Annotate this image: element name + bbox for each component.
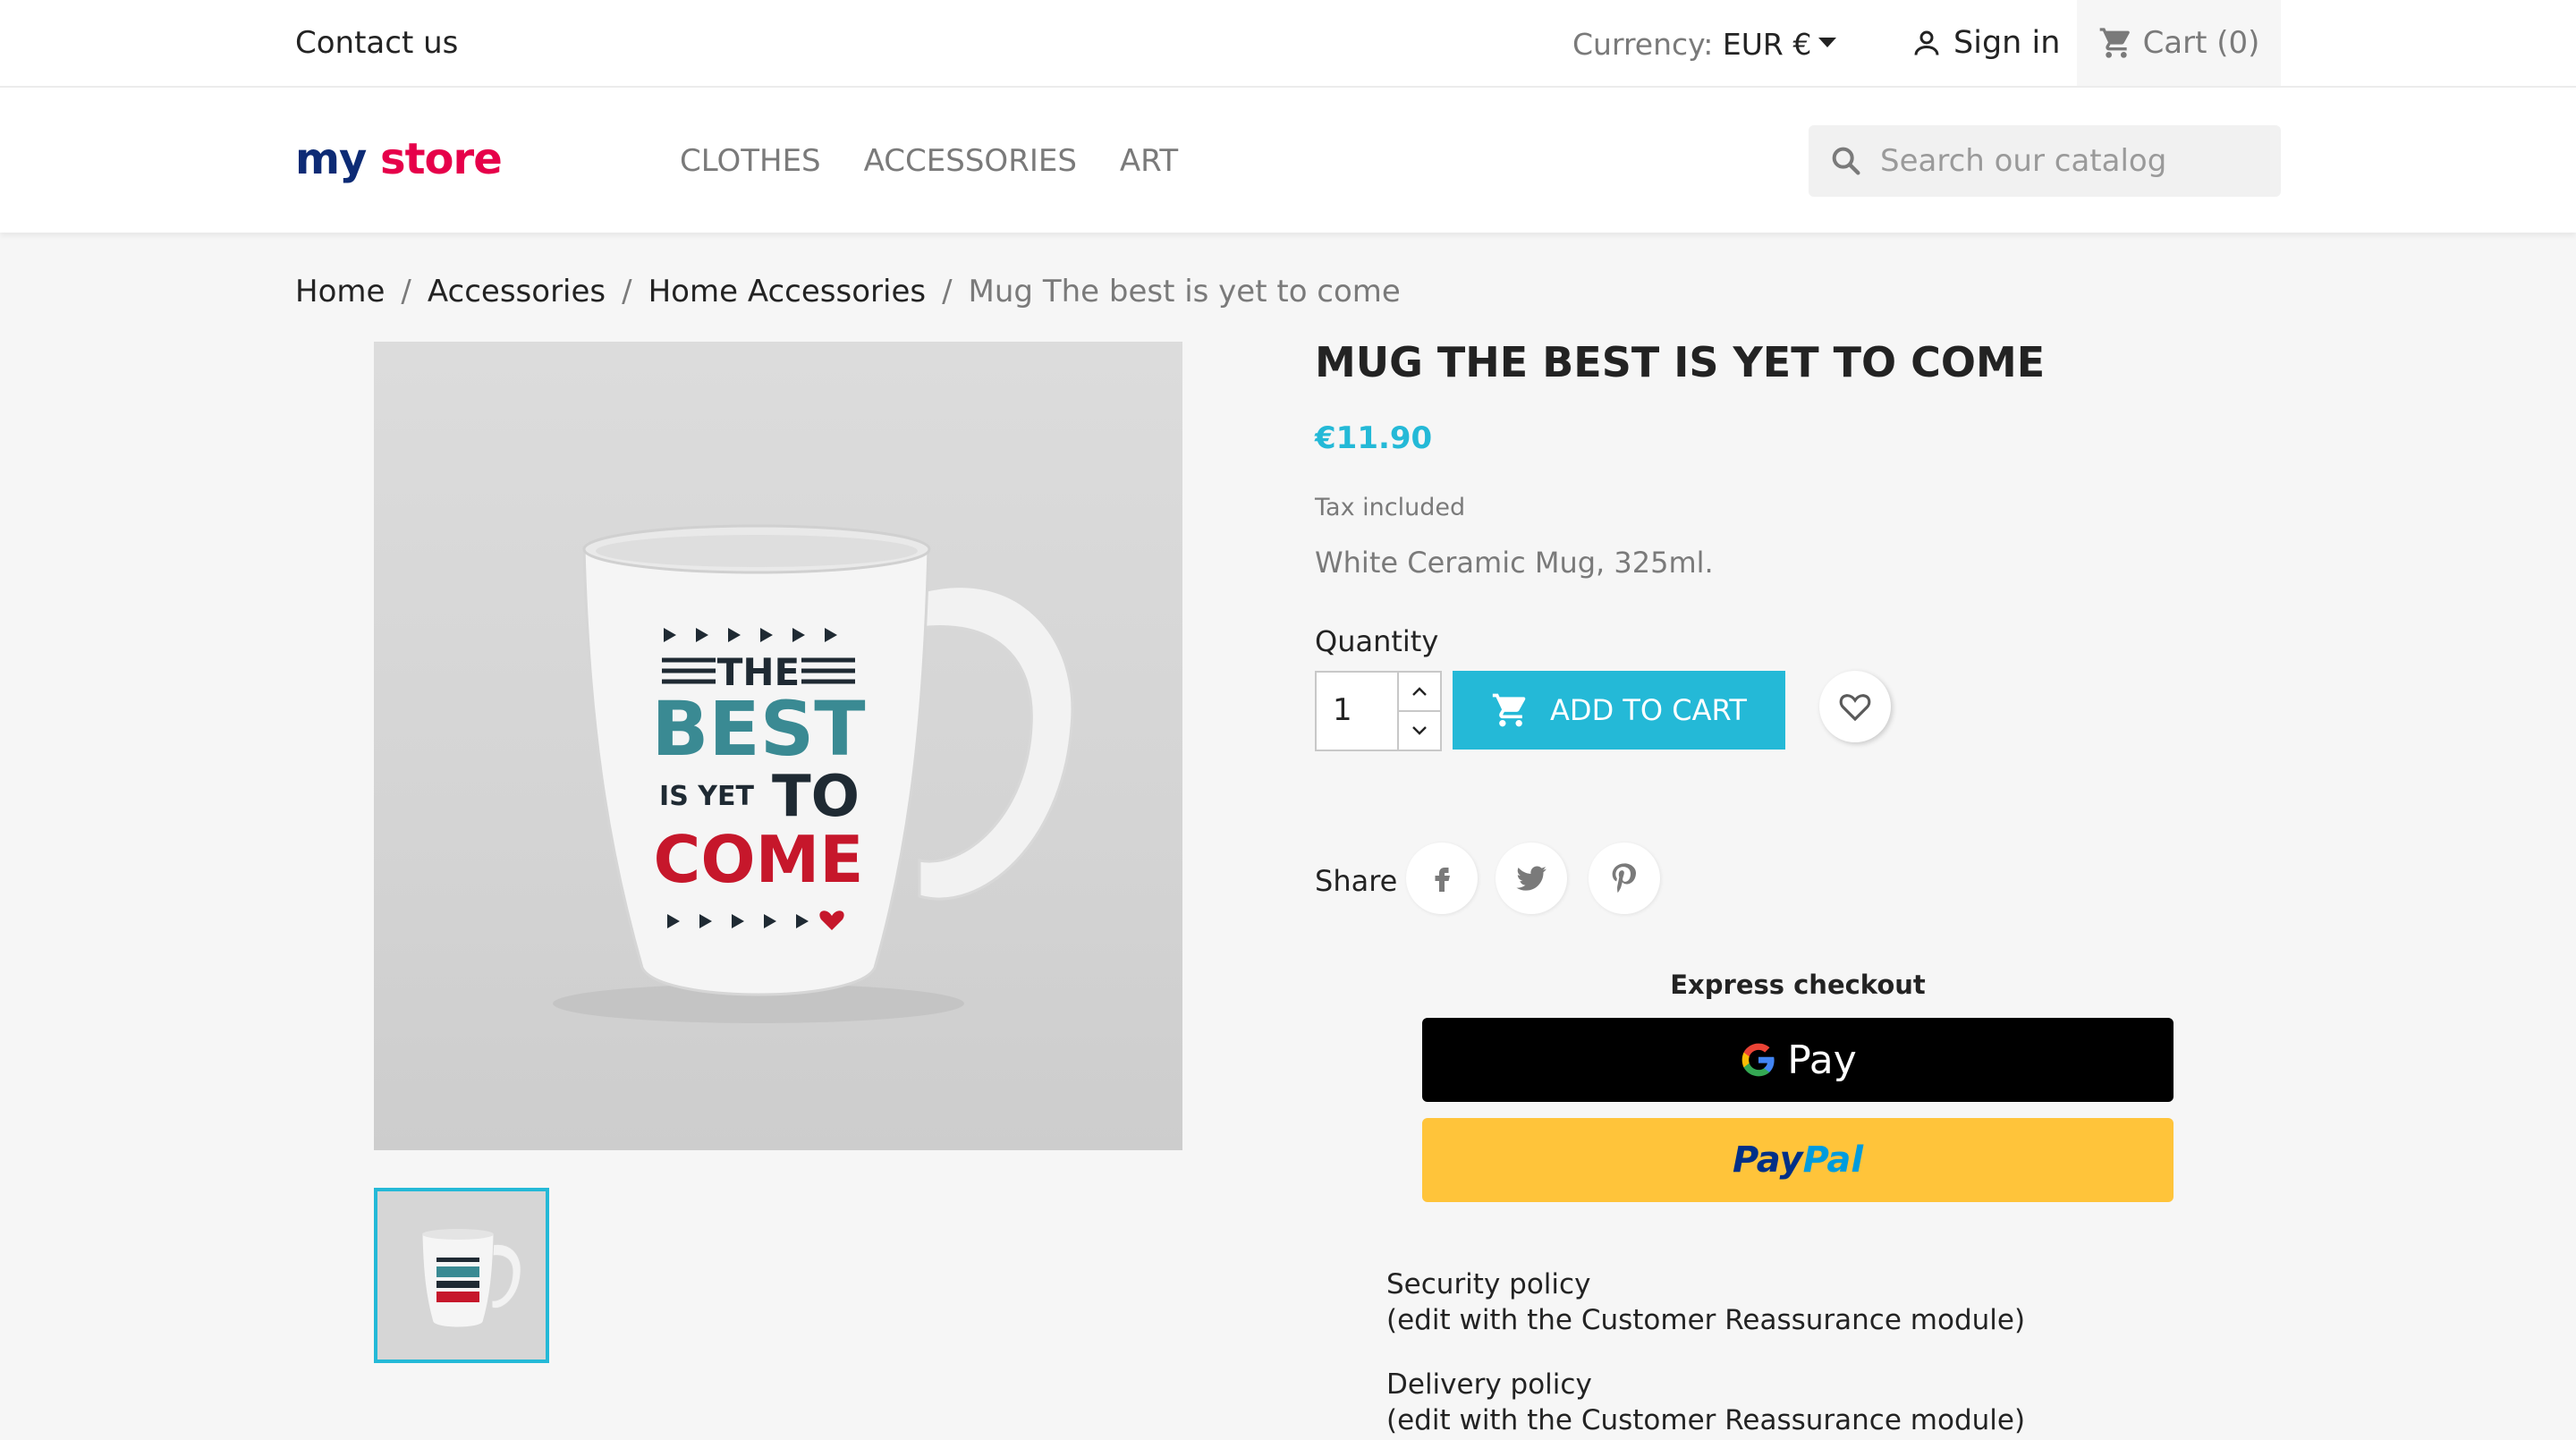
breadcrumb: Home / Accessories / Home Accessories / … bbox=[295, 274, 1401, 309]
reassurance-note: (edit with the Customer Reassurance modu… bbox=[1386, 1304, 2026, 1336]
quantity-value: 1 bbox=[1333, 692, 1352, 728]
breadcrumb-accessories[interactable]: Accessories bbox=[428, 274, 606, 309]
google-g-icon bbox=[1741, 1043, 1775, 1077]
wishlist-button[interactable] bbox=[1819, 671, 1891, 742]
main-header: my store CLOTHES ACCESSORIES ART Search … bbox=[0, 88, 2576, 233]
tax-note: Tax included bbox=[1315, 494, 1466, 521]
product-description: White Ceramic Mug, 325ml. bbox=[1315, 546, 1714, 580]
nav-accessories[interactable]: ACCESSORIES bbox=[864, 143, 1077, 179]
contact-us-link[interactable]: Contact us bbox=[295, 25, 458, 61]
mug-text-is-yet: IS YET bbox=[659, 781, 754, 812]
logo-part-store: store bbox=[380, 134, 503, 184]
share-label: Share bbox=[1315, 864, 1398, 898]
main-nav: CLOTHES ACCESSORIES ART bbox=[680, 143, 1178, 179]
mug-text-come: COME bbox=[654, 822, 864, 897]
logo-part-my: my bbox=[295, 134, 367, 184]
share-twitter-button[interactable] bbox=[1496, 843, 1567, 914]
reassurance-security: Security policy (edit with the Customer … bbox=[1386, 1266, 2025, 1338]
breadcrumb-home[interactable]: Home bbox=[295, 274, 385, 309]
reassurance-title: Delivery policy bbox=[1386, 1368, 1592, 1401]
paypal-logo-part1: Pay bbox=[1732, 1139, 1803, 1181]
cart-icon bbox=[1492, 693, 1526, 727]
paypal-logo-part2: Pal bbox=[1802, 1139, 1864, 1181]
person-icon bbox=[1914, 30, 1939, 55]
heart-icon bbox=[1839, 694, 1871, 722]
top-bar: Contact us Currency: EUR € Sign in Cart … bbox=[0, 0, 2576, 88]
quantity-increase-button[interactable] bbox=[1397, 671, 1442, 712]
currency-selector[interactable]: Currency: EUR € bbox=[1572, 27, 1837, 62]
cart-button[interactable]: Cart (0) bbox=[2077, 0, 2281, 86]
breadcrumb-separator: / bbox=[942, 274, 953, 309]
chevron-down-icon bbox=[1412, 726, 1427, 735]
breadcrumb-home-accessories[interactable]: Home Accessories bbox=[648, 274, 926, 309]
breadcrumb-current: Mug The best is yet to come bbox=[968, 274, 1401, 309]
cart-icon bbox=[2099, 28, 2130, 58]
mug-thumbnail-image bbox=[421, 1229, 521, 1328]
paypal-button[interactable]: Pay Pal bbox=[1422, 1118, 2174, 1202]
quantity-label: Quantity bbox=[1315, 624, 1439, 658]
quantity-input[interactable]: 1 bbox=[1315, 671, 1401, 751]
breadcrumb-separator: / bbox=[401, 274, 411, 309]
caret-down-icon bbox=[1818, 38, 1837, 47]
mug-text-to: TO bbox=[772, 764, 860, 830]
google-pay-label: Pay bbox=[1787, 1037, 1857, 1083]
store-logo[interactable]: my store bbox=[295, 134, 503, 184]
chevron-up-icon bbox=[1412, 687, 1427, 696]
nav-clothes[interactable]: CLOTHES bbox=[680, 143, 821, 179]
share-facebook-button[interactable] bbox=[1406, 843, 1478, 914]
twitter-icon bbox=[1516, 866, 1546, 891]
search-input[interactable]: Search our catalog bbox=[1809, 125, 2281, 197]
mug-image: THE BEST IS YET TO COME bbox=[553, 524, 1074, 1023]
reassurance-note: (edit with the Customer Reassurance modu… bbox=[1386, 1404, 2026, 1436]
mug-text-best: BEST bbox=[651, 685, 865, 773]
reassurance-delivery: Delivery policy (edit with the Customer … bbox=[1386, 1367, 2025, 1438]
sign-in-label: Sign in bbox=[1953, 25, 2061, 61]
pinterest-icon bbox=[1612, 863, 1636, 893]
facebook-icon bbox=[1435, 868, 1450, 892]
express-checkout-label: Express checkout bbox=[1670, 970, 1926, 1000]
add-to-cart-button[interactable]: ADD TO CART bbox=[1453, 671, 1785, 750]
search-placeholder: Search our catalog bbox=[1880, 143, 2167, 179]
reassurance-title: Security policy bbox=[1386, 1268, 1591, 1300]
nav-art[interactable]: ART bbox=[1120, 143, 1178, 179]
currency-label: Currency: bbox=[1572, 27, 1714, 62]
search-icon bbox=[1832, 147, 1860, 175]
product-price: €11.90 bbox=[1315, 420, 1433, 456]
product-thumbnail[interactable] bbox=[374, 1188, 549, 1363]
breadcrumb-separator: / bbox=[622, 274, 632, 309]
product-title: MUG THE BEST IS YET TO COME bbox=[1315, 338, 2046, 386]
share-pinterest-button[interactable] bbox=[1589, 843, 1660, 914]
google-pay-button[interactable]: Pay bbox=[1422, 1018, 2174, 1102]
quantity-decrease-button[interactable] bbox=[1397, 710, 1442, 751]
add-to-cart-label: ADD TO CART bbox=[1550, 693, 1747, 727]
product-image[interactable]: THE BEST IS YET TO COME bbox=[374, 342, 1182, 1150]
currency-value: EUR € bbox=[1722, 27, 1812, 62]
cart-label: Cart (0) bbox=[2142, 25, 2260, 61]
sign-in-link[interactable]: Sign in bbox=[1911, 25, 2060, 61]
